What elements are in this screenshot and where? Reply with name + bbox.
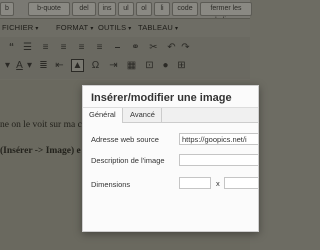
- indent-icon[interactable]: ⇥: [108, 60, 119, 71]
- width-input[interactable]: [179, 177, 211, 189]
- quicktag-ol-button[interactable]: ol: [136, 2, 152, 16]
- dimensions-separator: x: [216, 179, 220, 188]
- align-justify-icon[interactable]: ≣: [38, 60, 49, 71]
- menu-fichier[interactable]: FICHIER ▾: [2, 23, 39, 32]
- editor-toolbar: “ ☰ ≡ ≡ ≡ ≡ ⎯ ⚭ ✂ ↶ ↷ ▾ A ▾ ≣ ⇤ ▲ Ω ⇥ ▦ …: [0, 37, 250, 79]
- special-char-icon[interactable]: Ω: [90, 60, 101, 71]
- dimensions-label: Dimensions: [91, 180, 131, 189]
- tab-advanced[interactable]: Avancé: [124, 108, 162, 122]
- quote-icon[interactable]: “: [6, 42, 17, 53]
- dialog-tabs: Général Avancé: [83, 108, 258, 123]
- chevron-down-icon: ▾: [175, 26, 179, 32]
- quicktag-li-button[interactable]: li: [154, 2, 170, 16]
- chevron-down-icon: ▾: [35, 26, 39, 32]
- unlink-icon[interactable]: ✂: [148, 42, 159, 53]
- text-color-icon[interactable]: ▾: [2, 60, 13, 71]
- code-icon[interactable]: ⊡: [144, 60, 155, 71]
- description-input[interactable]: [179, 154, 258, 166]
- align-center-icon[interactable]: ≡: [76, 42, 87, 53]
- menu-tableau[interactable]: TABLEAU ▾: [138, 23, 178, 32]
- menu-outils-label: OUTILS: [98, 23, 127, 32]
- source-label: Adresse web source: [91, 135, 159, 144]
- menu-outils[interactable]: OUTILS ▾: [98, 23, 132, 32]
- undo-icon[interactable]: ↶: [166, 42, 177, 53]
- insert-image-dialog: Insérer/modifier une image Général Avanc…: [82, 85, 259, 232]
- quicktag-close-tags-button[interactable]: fermer les balises: [200, 2, 252, 24]
- source-url-input[interactable]: https://goopics.net/i: [179, 133, 258, 145]
- numbered-list-icon[interactable]: ≡: [40, 42, 51, 53]
- menu-bar: FICHIER ▾ FORMAT ▾ OUTILS ▾ TABLEAU ▾: [0, 18, 250, 38]
- chevron-down-icon: ▾: [128, 26, 132, 32]
- image-icon[interactable]: ▲: [71, 59, 84, 72]
- menu-fichier-label: FICHIER: [2, 23, 34, 32]
- quicktag-ins-button[interactable]: ins: [98, 2, 116, 16]
- dialog-title: Insérer/modifier une image: [91, 92, 232, 104]
- document-bold-text-line: (Insérer -> Image) e: [0, 146, 81, 156]
- help-icon[interactable]: ●: [160, 60, 171, 71]
- align-right-icon[interactable]: ≡: [94, 42, 105, 53]
- height-input[interactable]: [224, 177, 258, 189]
- outdent-icon[interactable]: ⇤: [54, 60, 65, 71]
- chevron-down-icon[interactable]: ▾: [24, 60, 35, 71]
- bulleted-list-icon[interactable]: ☰: [22, 42, 33, 53]
- quicktag-del-button[interactable]: del: [72, 2, 96, 16]
- align-left-icon[interactable]: ≡: [58, 42, 69, 53]
- link-icon[interactable]: ⚭: [130, 42, 141, 53]
- menu-format-label: FORMAT: [56, 23, 89, 32]
- document-text-line: ne on le voit sur ma c: [0, 120, 82, 130]
- quicktags-bar: b b-quote del ins ul ol li code fermer l…: [0, 0, 252, 24]
- tab-general[interactable]: Général: [83, 108, 123, 123]
- menu-format[interactable]: FORMAT ▾: [56, 23, 94, 32]
- fullscreen-icon[interactable]: ⊞: [176, 60, 187, 71]
- media-icon[interactable]: ▦: [126, 60, 137, 71]
- description-label: Description de l'image: [91, 156, 165, 165]
- quicktag-code-button[interactable]: code: [172, 2, 198, 16]
- quicktag-ul-button[interactable]: ul: [118, 2, 134, 16]
- dialog-header: Insérer/modifier une image: [83, 86, 258, 108]
- quicktag-blockquote-button[interactable]: b-quote: [28, 2, 70, 16]
- quicktag-bold-button[interactable]: b: [0, 2, 14, 16]
- redo-icon[interactable]: ↷: [180, 42, 191, 53]
- document-bold-text: (Insérer -> Image) e: [0, 146, 81, 156]
- chevron-down-icon: ▾: [90, 26, 94, 32]
- horizontal-rule-icon[interactable]: ⎯: [112, 42, 123, 53]
- menu-tableau-label: TABLEAU: [138, 23, 174, 32]
